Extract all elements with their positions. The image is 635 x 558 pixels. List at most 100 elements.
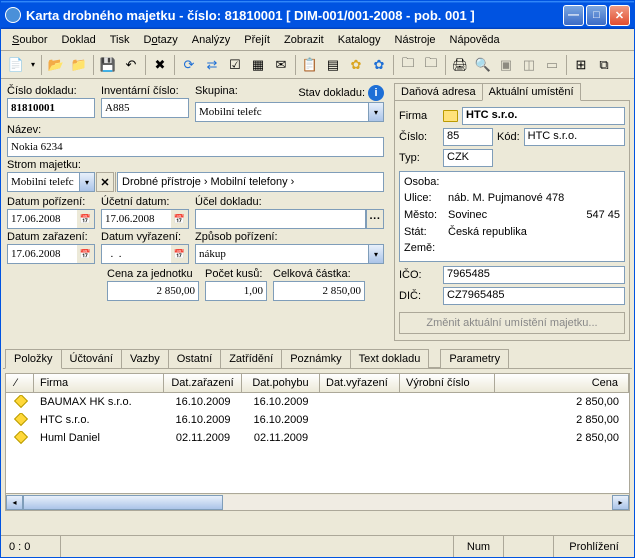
- calendar-icon[interactable]: 📅: [77, 244, 95, 264]
- undo-icon[interactable]: ↶: [120, 54, 142, 76]
- datum-zarazeni-input[interactable]: [7, 244, 77, 264]
- tab-polozky[interactable]: Položky: [5, 349, 62, 369]
- ulice-value: náb. M. Pujmanové 478: [448, 191, 620, 205]
- tab-text-dokladu[interactable]: Text dokladu: [350, 349, 430, 368]
- menu-napoveda[interactable]: Nápověda: [443, 32, 507, 48]
- tab-parametry[interactable]: Parametry: [440, 349, 509, 368]
- layout-b-icon[interactable]: ⧉: [593, 54, 615, 76]
- col-cena[interactable]: Cena: [495, 374, 629, 392]
- maximize-button[interactable]: □: [586, 5, 607, 26]
- datum-vyrazeni-input[interactable]: [101, 244, 171, 264]
- pocet-kusu-input[interactable]: [205, 281, 267, 301]
- gear-yellow-icon[interactable]: ✿: [345, 54, 367, 76]
- zpusob-dropdown-icon[interactable]: ▾: [368, 244, 384, 264]
- skupina-combo[interactable]: [195, 102, 368, 122]
- cell-datv: [320, 437, 400, 439]
- scroll-right-icon[interactable]: ▸: [612, 495, 629, 510]
- strom-dropdown-icon[interactable]: ▾: [79, 172, 95, 192]
- menu-dotazy[interactable]: Dotazy: [137, 32, 185, 48]
- tab-poznamky[interactable]: Poznámky: [281, 349, 350, 368]
- folder-b-icon[interactable]: 🗀: [420, 54, 442, 76]
- strom-combo[interactable]: [7, 172, 79, 192]
- cena-za-jednotku-input[interactable]: [107, 281, 199, 301]
- menu-zobrazit[interactable]: Zobrazit: [277, 32, 331, 48]
- content-area: Číslo dokladu: Inventární číslo: Skupina…: [1, 79, 634, 535]
- refresh-icon[interactable]: ⟳: [178, 54, 200, 76]
- tab-danova-adresa[interactable]: Daňová adresa: [394, 83, 483, 100]
- col-icon[interactable]: ⁄: [6, 374, 34, 392]
- table-row[interactable]: Huml Daniel02.11.200902.11.20092 850,00: [6, 429, 629, 447]
- cislo-value: 85: [443, 128, 493, 146]
- scroll-thumb[interactable]: [23, 495, 223, 510]
- dropdown-icon[interactable]: ▾: [28, 54, 38, 76]
- info-icon[interactable]: i: [368, 85, 384, 101]
- new-icon[interactable]: 📄: [5, 54, 27, 76]
- cell-cena: 2 850,00: [495, 413, 629, 427]
- menu-katalogy[interactable]: Katalogy: [331, 32, 388, 48]
- col-datz[interactable]: Dat.zařazení: [164, 374, 242, 392]
- datum-porizeni-input[interactable]: [7, 209, 77, 229]
- table-row[interactable]: BAUMAX HK s.r.o.16.10.200916.10.20092 85…: [6, 393, 629, 411]
- dic-value: CZ7965485: [443, 287, 625, 305]
- calendar-icon[interactable]: 📅: [171, 244, 189, 264]
- celkova-castka-input[interactable]: [273, 281, 365, 301]
- scroll-left-icon[interactable]: ◂: [6, 495, 23, 510]
- report-icon[interactable]: 📋: [299, 54, 321, 76]
- tab-aktualni-umisteni[interactable]: Aktuální umístění: [482, 83, 581, 101]
- tab-uctovani[interactable]: Účtování: [61, 349, 122, 368]
- zpusob-porizeni-combo[interactable]: [195, 244, 368, 264]
- label-ulice: Ulice:: [404, 192, 444, 204]
- menu-doklad[interactable]: Doklad: [54, 32, 102, 48]
- label-cislo-dokladu: Číslo dokladu:: [7, 85, 95, 97]
- close-button[interactable]: ✕: [609, 5, 630, 26]
- col-firma[interactable]: Firma: [34, 374, 164, 392]
- ucel-dokladu-input[interactable]: [195, 209, 366, 229]
- open-icon[interactable]: 📂: [45, 54, 67, 76]
- nazev-input[interactable]: [7, 137, 384, 157]
- open-db-icon[interactable]: 📁: [68, 54, 90, 76]
- app-window: Karta drobného majetku - číslo: 81810001…: [0, 0, 635, 558]
- cell-vc: [400, 437, 495, 439]
- sms-icon[interactable]: ✉: [270, 54, 292, 76]
- label-nazev: Název:: [7, 124, 384, 136]
- skupina-dropdown-icon[interactable]: ▾: [368, 102, 384, 122]
- cislo-dokladu-input[interactable]: [7, 98, 95, 118]
- menu-soubor[interactable]: Soubor: [5, 32, 54, 48]
- folder-icon[interactable]: [443, 110, 458, 122]
- ucel-browse-button[interactable]: ···: [366, 209, 384, 229]
- clear-tree-button[interactable]: ✕: [96, 172, 114, 192]
- table-row[interactable]: HTC s.r.o.16.10.200916.10.20092 850,00: [6, 411, 629, 429]
- minimize-button[interactable]: —: [563, 5, 584, 26]
- menu-nastroje[interactable]: Nástroje: [388, 32, 443, 48]
- status-position: 0 : 0: [1, 536, 61, 557]
- list-icon[interactable]: ▤: [322, 54, 344, 76]
- tab-zatrideni[interactable]: Zatřídění: [220, 349, 282, 368]
- check-icon[interactable]: ☑: [224, 54, 246, 76]
- label-strom-majetku: Strom majetku:: [7, 159, 384, 171]
- tab-ostatni[interactable]: Ostatní: [168, 349, 221, 368]
- col-vc[interactable]: Výrobní číslo: [400, 374, 495, 392]
- horizontal-scrollbar[interactable]: ◂ ▸: [6, 493, 629, 510]
- save-icon[interactable]: 💾: [97, 54, 119, 76]
- folder-a-icon[interactable]: 🗀: [397, 54, 419, 76]
- delete-icon[interactable]: ✖: [149, 54, 171, 76]
- form-icon[interactable]: ▦: [247, 54, 269, 76]
- calendar-icon[interactable]: 📅: [171, 209, 189, 229]
- col-datp[interactable]: Dat.pohybu: [242, 374, 320, 392]
- col-datv[interactable]: Dat.vyřazení: [320, 374, 400, 392]
- calendar-icon[interactable]: 📅: [77, 209, 95, 229]
- inventarni-cislo-input[interactable]: [101, 98, 189, 118]
- label-skupina: Skupina:: [195, 85, 238, 101]
- preview-icon[interactable]: 🔍: [472, 54, 494, 76]
- print-icon[interactable]: 🖨: [449, 54, 471, 76]
- sync-icon[interactable]: ⇄: [201, 54, 223, 76]
- breadcrumb[interactable]: Drobné přístroje› Mobilní telefony›: [117, 172, 384, 192]
- menu-prejit[interactable]: Přejít: [237, 32, 277, 48]
- layout-a-icon[interactable]: ⊞: [570, 54, 592, 76]
- gear-blue-icon[interactable]: ✿: [368, 54, 390, 76]
- menu-analyzy[interactable]: Analýzy: [185, 32, 238, 48]
- tab-vazby[interactable]: Vazby: [121, 349, 169, 368]
- menu-tisk[interactable]: Tisk: [103, 32, 137, 48]
- tool-d-icon: ◫: [518, 54, 540, 76]
- ucetni-datum-input[interactable]: [101, 209, 171, 229]
